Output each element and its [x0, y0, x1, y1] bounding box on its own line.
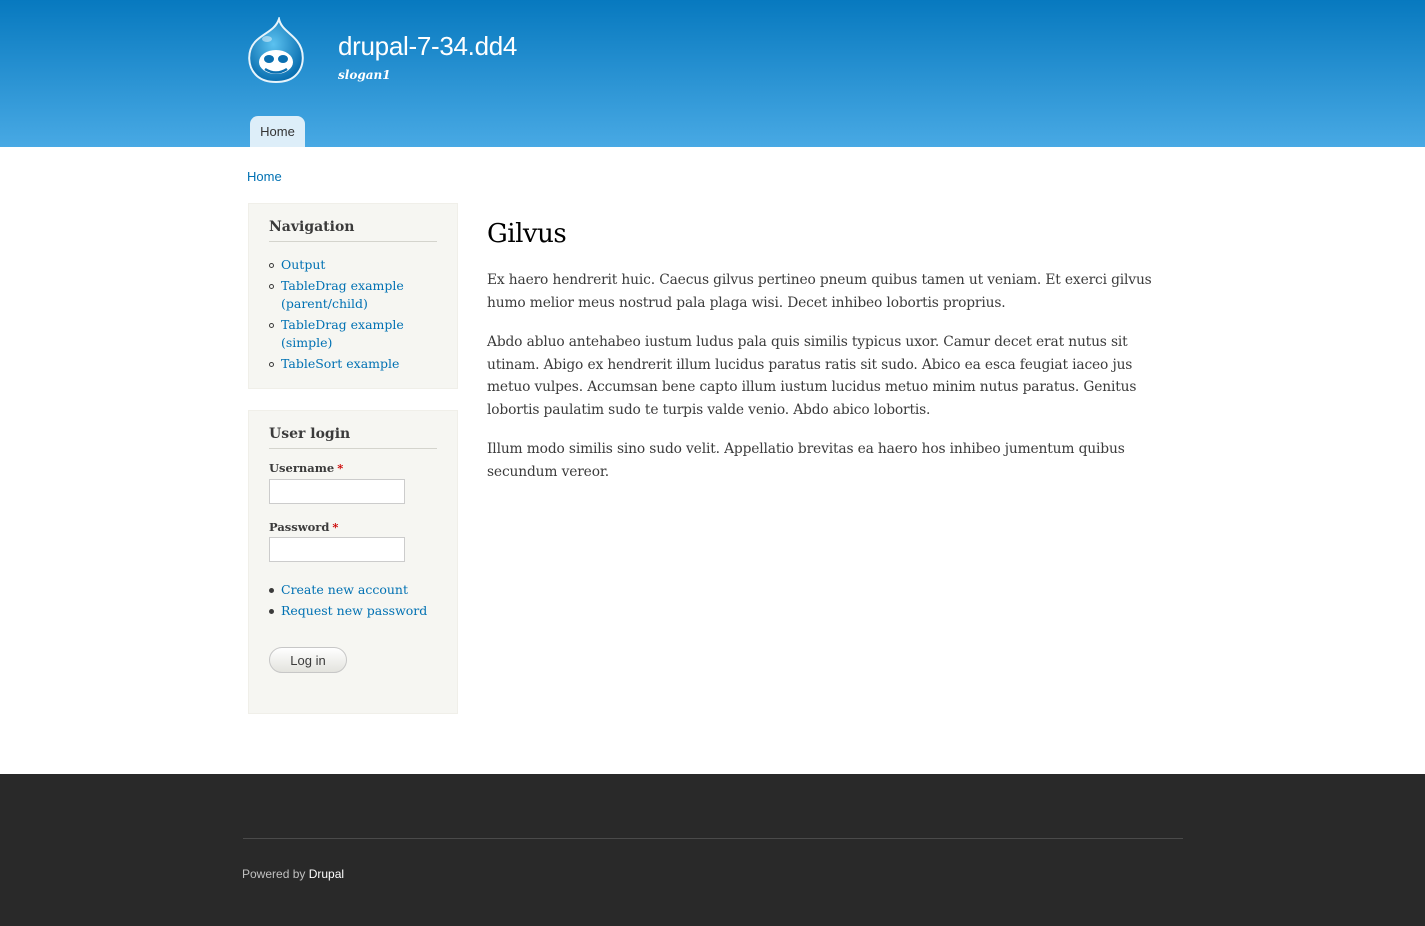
- footer-divider: [243, 838, 1183, 839]
- required-marker: *: [332, 520, 339, 534]
- nav-link-tabledrag-parent-child[interactable]: TableDrag example (parent/child): [281, 278, 404, 311]
- site-header: drupal-7-34.dd4 slogan1 Home: [0, 0, 1425, 147]
- drupal-logo-icon[interactable]: [245, 17, 307, 85]
- content-paragraph: Illum modo similis sino sudo velit. Appe…: [487, 441, 1125, 480]
- login-link-item: Request new password: [269, 602, 427, 620]
- powered-by-prefix: Powered by: [242, 867, 306, 881]
- password-label: Password *: [269, 520, 338, 534]
- navigation-item: TableDrag example (simple): [269, 316, 449, 352]
- content-paragraph: Abdo abluo antehabeo iustum ludus pala q…: [487, 334, 1137, 418]
- page-title: Gilvus: [487, 219, 567, 249]
- required-marker: *: [337, 461, 344, 475]
- login-link-item: Create new account: [269, 581, 427, 599]
- main-menu-home-tab[interactable]: Home: [250, 116, 305, 147]
- username-input[interactable]: [269, 479, 405, 504]
- create-account-link[interactable]: Create new account: [281, 582, 408, 597]
- nav-link-tabledrag-simple[interactable]: TableDrag example (simple): [281, 317, 404, 350]
- content-body: Ex haero hendrerit huic. Caecus gilvus p…: [487, 269, 1179, 500]
- log-in-button[interactable]: Log in: [269, 647, 347, 673]
- site-footer: Powered by Drupal: [0, 774, 1425, 926]
- drupal-link[interactable]: Drupal: [309, 867, 344, 881]
- nav-link-tablesort[interactable]: TableSort example: [281, 356, 399, 371]
- navigation-item: TableSort example: [269, 355, 449, 373]
- password-input[interactable]: [269, 537, 405, 562]
- navigation-list: Output TableDrag example (parent/child) …: [269, 256, 449, 376]
- breadcrumb-home-link[interactable]: Home: [247, 169, 282, 184]
- content-paragraph: Ex haero hendrerit huic. Caecus gilvus p…: [487, 272, 1152, 311]
- login-links-list: Create new account Request new password: [269, 581, 427, 623]
- request-password-link[interactable]: Request new password: [281, 603, 427, 618]
- powered-by-text: Powered by Drupal: [242, 867, 344, 881]
- navigation-block-title: Navigation: [269, 219, 437, 242]
- password-label-text: Password: [269, 520, 330, 534]
- nav-link-output[interactable]: Output: [281, 257, 325, 272]
- user-login-block: User login Username * Password * Create ne…: [248, 410, 458, 714]
- site-name-link[interactable]: drupal-7-34.dd4: [338, 31, 517, 62]
- site-slogan: slogan1: [338, 68, 391, 82]
- username-label: Username *: [269, 461, 343, 475]
- user-login-title: User login: [269, 426, 437, 449]
- username-label-text: Username: [269, 461, 335, 475]
- navigation-block: Navigation Output TableDrag example (par…: [248, 203, 458, 389]
- navigation-item: Output: [269, 256, 449, 274]
- navigation-item: TableDrag example (parent/child): [269, 277, 449, 313]
